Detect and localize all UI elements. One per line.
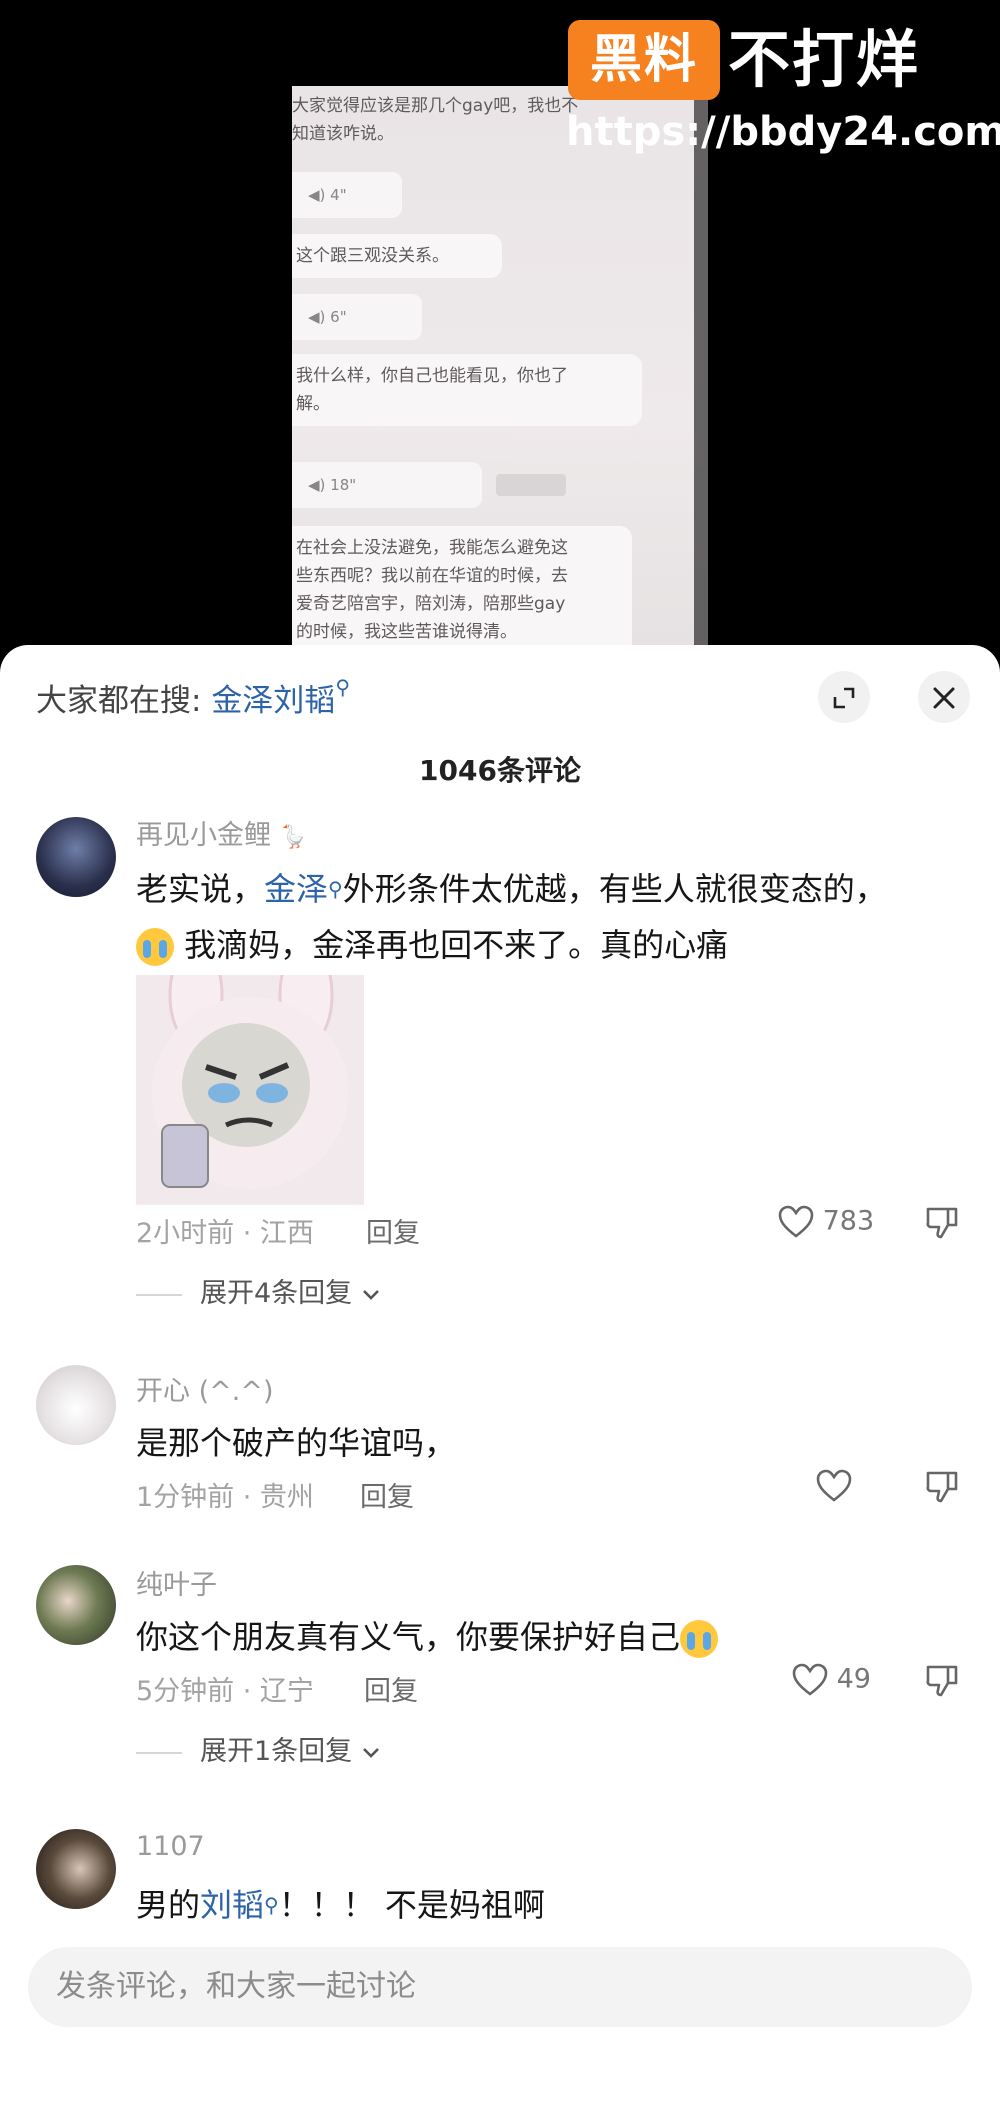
comment-sticker-image[interactable] (136, 975, 364, 1205)
watermark-title: 不打烊 (728, 23, 921, 96)
comment-username[interactable]: 纯叶子 (136, 1563, 217, 1602)
phone-edge (694, 86, 708, 645)
search-icon: ⚲ (264, 1893, 279, 1917)
comment-text: 是那个破产的华谊吗， (136, 1424, 457, 1462)
dislike-icon (926, 1207, 958, 1239)
chevron-down-icon (362, 1289, 379, 1300)
crying-emoji-icon (680, 1620, 719, 1658)
avatar[interactable] (36, 817, 116, 897)
search-icon: ⚲ (335, 675, 350, 699)
chat-tag (496, 474, 566, 496)
trending-search[interactable]: 大家都在搜: 金泽刘韬⚲ (36, 675, 350, 720)
comment-input[interactable]: 发条评论，和大家一起讨论 (28, 1947, 972, 2027)
like-button[interactable] (816, 1469, 852, 1503)
like-button[interactable]: 49 (792, 1663, 871, 1697)
avatar[interactable] (36, 1365, 116, 1445)
comment-meta: 1分钟前 · 贵州 (136, 1482, 314, 1513)
avatar[interactable] (36, 1829, 116, 1909)
comment-count: 1046条评论 (419, 754, 581, 787)
voice-message-2: ◀) 6" (292, 294, 422, 340)
chevron-down-icon (362, 1747, 379, 1758)
video-player[interactable]: 大家觉得应该是那几个gay吧，我也不 知道该咋说。 ◀) 4" 这个跟三观没关系… (0, 0, 1000, 645)
close-icon (933, 687, 955, 708)
voice-message-3: ◀) 18" (292, 462, 482, 508)
comment-text: 老实说，金泽⚲外形条件太优越，有些人就很变态的， 我滴妈，金泽再也回不来了。真的… (136, 870, 887, 966)
chat-message-3: 我什么样，你自己也能看见，你也了 解。 (292, 354, 642, 426)
watermark-url: https://bbdy24.com (566, 109, 1000, 155)
comment-keyword-link[interactable]: 刘韬 (200, 1886, 264, 1924)
comment-username[interactable]: 再见小金鲤 🪿 (136, 813, 307, 852)
like-count: 783 (822, 1205, 875, 1237)
dislike-button[interactable] (924, 1469, 960, 1505)
comment-username[interactable]: 开心 (^.^) (136, 1369, 273, 1408)
comment-username[interactable]: 1107 (136, 1831, 205, 1862)
chat-text-1: 大家觉得应该是那几个gay吧，我也不 知道该咋说。 (292, 96, 579, 144)
like-count: 49 (836, 1663, 871, 1695)
heart-icon (816, 1469, 852, 1502)
avatar[interactable] (36, 1565, 116, 1645)
comment-text: 你这个朋友真有义气，你要保护好自己 (136, 1609, 719, 1665)
reply-button[interactable]: 回复 (366, 1211, 420, 1250)
dislike-button[interactable] (924, 1205, 960, 1241)
heart-icon (792, 1663, 828, 1696)
trending-search-prefix: 大家都在搜: (36, 683, 212, 719)
dislike-icon (926, 1665, 958, 1697)
comment-keyword-link[interactable]: 金泽 (264, 870, 328, 908)
watermark-logo: 黑料 (568, 20, 720, 100)
comment-sheet: 大家都在搜: 金泽刘韬⚲ 1046条评论 再见小金鲤 🪿 老实说，金泽⚲外形条件… (0, 645, 1000, 2118)
comment-meta: 5分钟前 · 辽宁 (136, 1676, 314, 1707)
expand-replies-button[interactable]: 展开1条回复 (136, 1729, 381, 1768)
like-button[interactable]: 783 (778, 1205, 874, 1239)
trending-search-keyword[interactable]: 金泽刘韬 (211, 683, 335, 719)
heart-icon (778, 1205, 814, 1238)
comment-meta: 2小时前 · 江西 (136, 1218, 314, 1249)
crying-emoji-icon (136, 928, 174, 966)
search-icon: ⚲ (328, 877, 343, 901)
chat-screenshot: 大家觉得应该是那几个gay吧，我也不 知道该咋说。 ◀) 4" 这个跟三观没关系… (292, 86, 708, 645)
reply-button[interactable]: 回复 (360, 1475, 414, 1514)
expand-replies-button[interactable]: 展开4条回复 (136, 1271, 381, 1310)
comment-text: 男的刘韬⚲！！！ 不是妈祖啊 (136, 1886, 545, 1924)
close-button[interactable] (918, 671, 970, 723)
expand-icon (833, 687, 855, 708)
chat-message-2: 这个跟三观没关系。 (292, 234, 502, 278)
reply-button[interactable]: 回复 (364, 1669, 418, 1708)
voice-message-1: ◀) 4" (292, 172, 402, 218)
dislike-icon (926, 1471, 958, 1503)
dislike-button[interactable] (924, 1663, 960, 1699)
chat-message-4: 在社会上没法避免，我能怎么避免这 些东西呢？我以前在华谊的时候，去 爱奇艺陪宫宇… (292, 526, 632, 645)
expand-button[interactable] (818, 671, 870, 723)
